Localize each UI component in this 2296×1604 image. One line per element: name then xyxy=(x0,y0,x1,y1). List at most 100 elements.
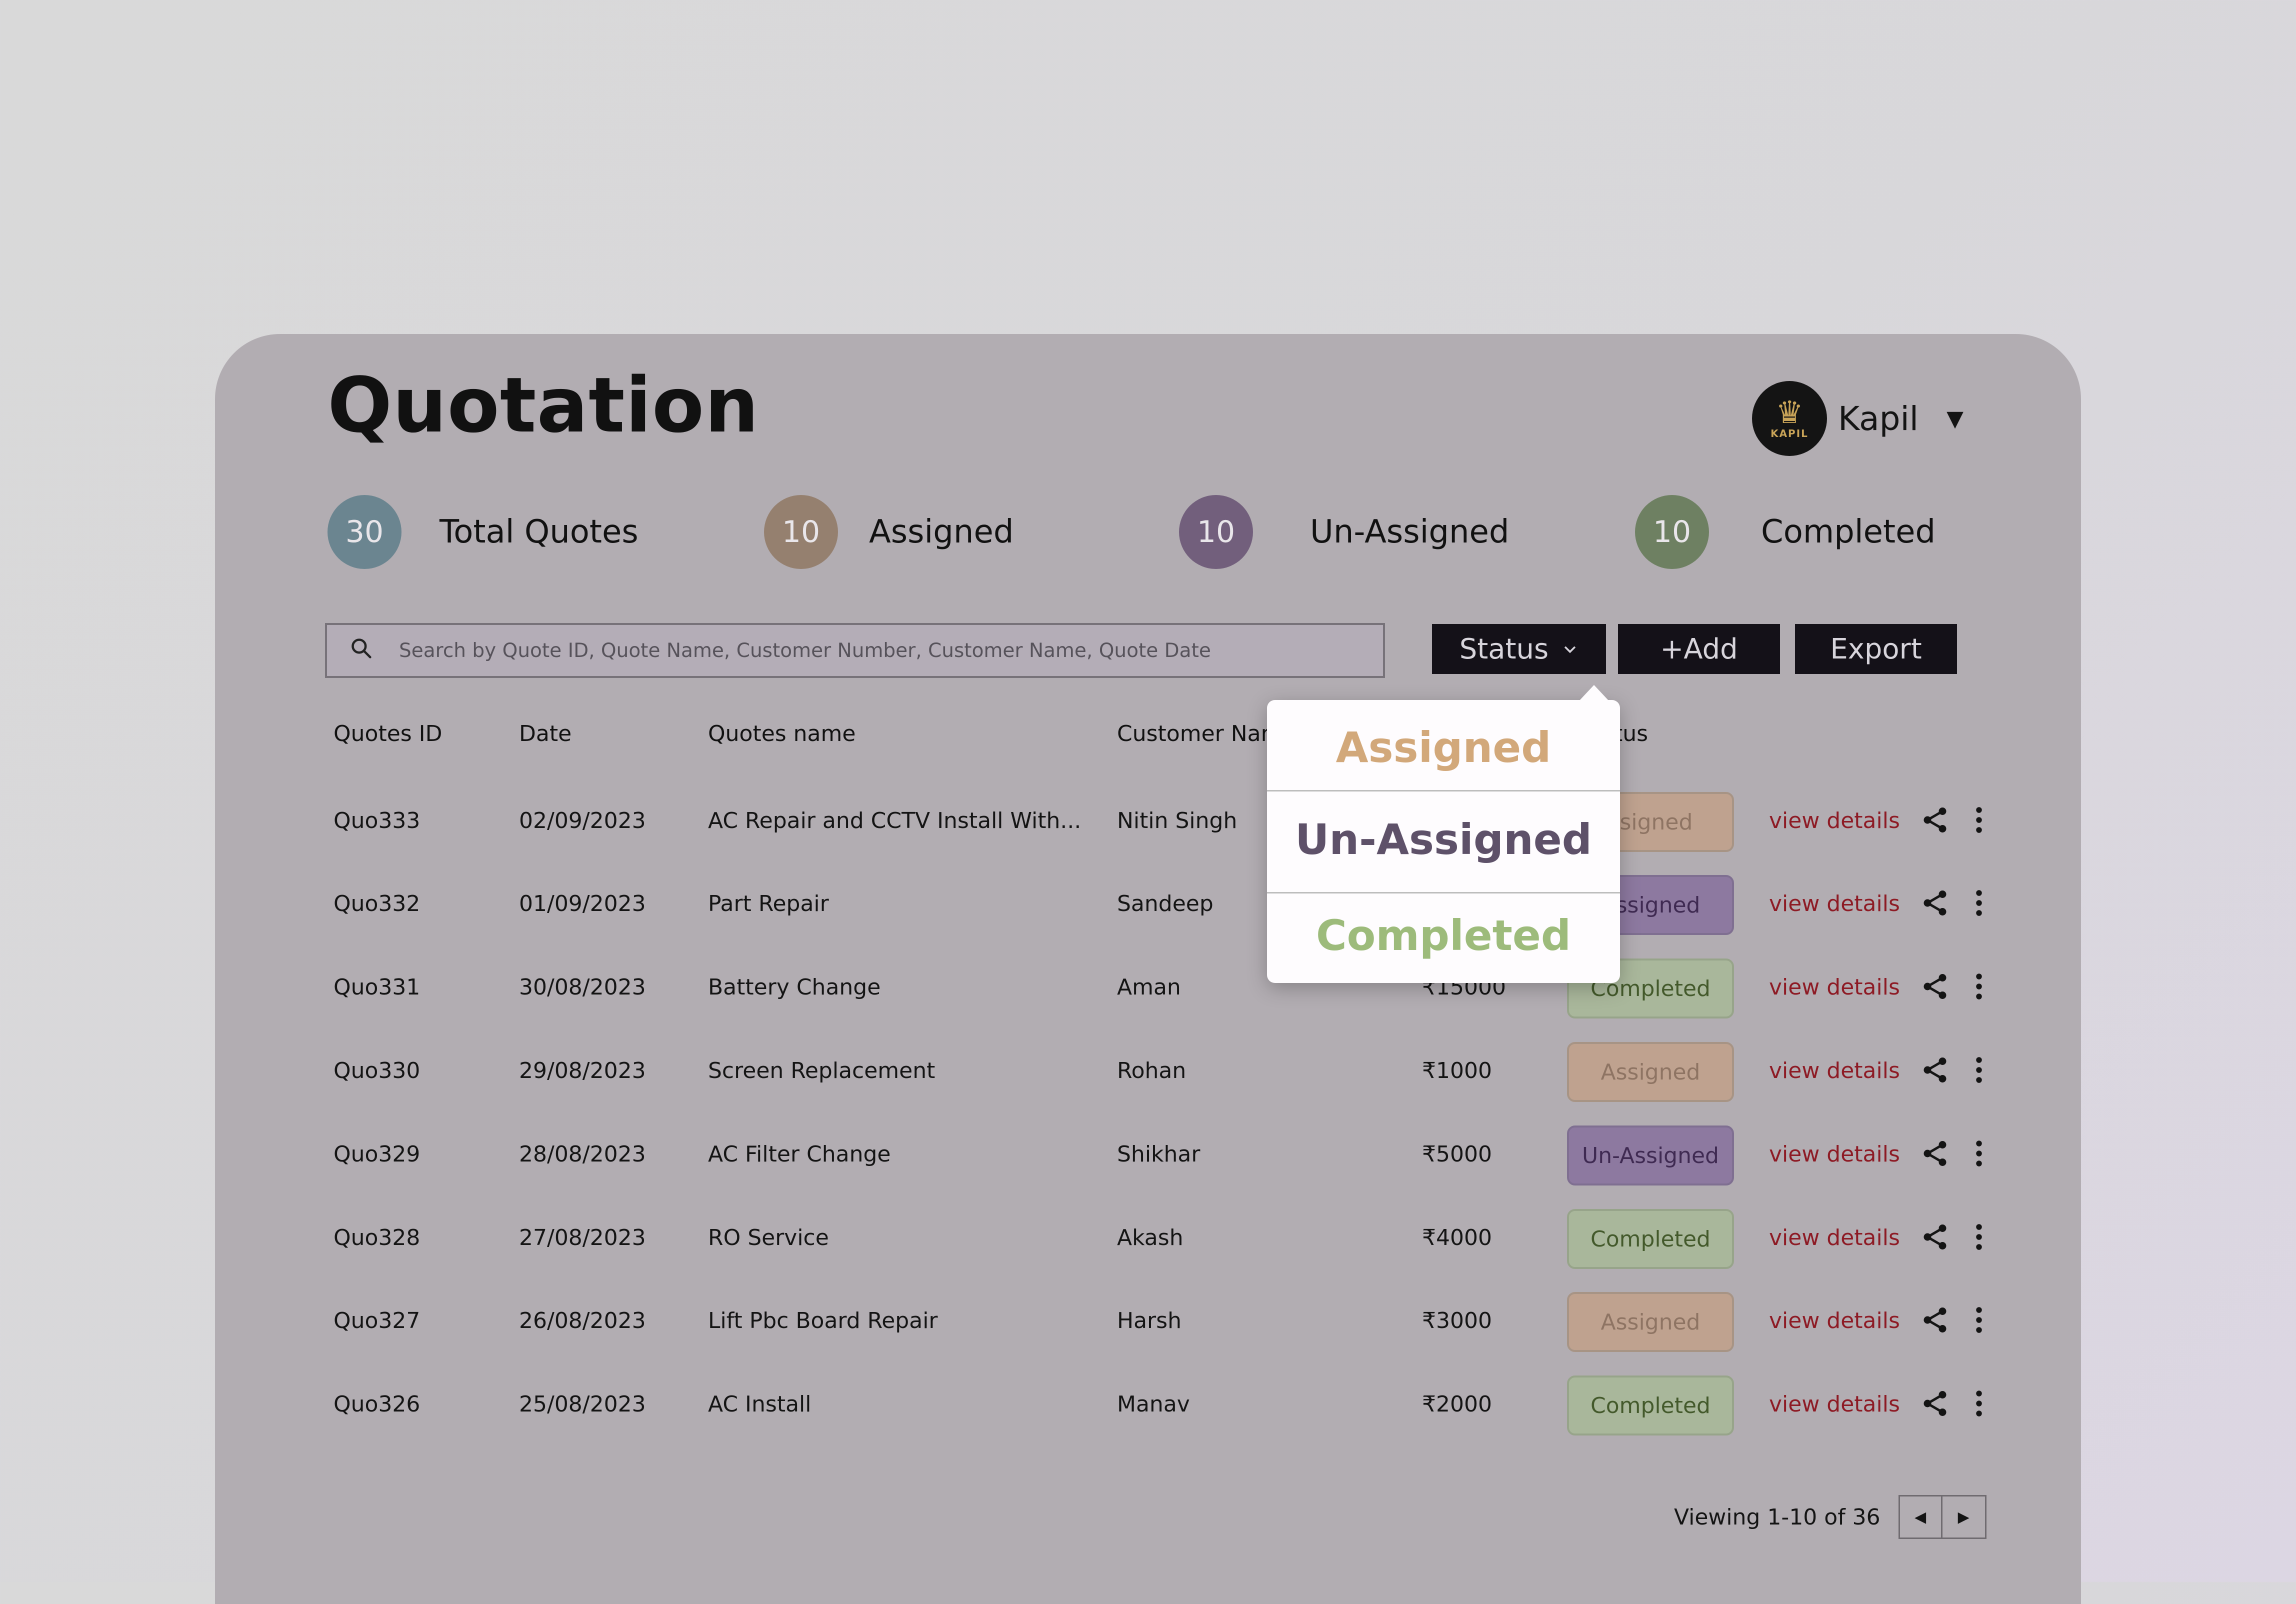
dropdown-arrow xyxy=(1579,685,1609,701)
avatar: ♛ KAPIL xyxy=(1752,381,1827,456)
more-vertical-icon[interactable] xyxy=(1970,805,1988,835)
share-icon[interactable] xyxy=(1920,1305,1950,1335)
user-menu[interactable]: ♛ KAPIL Kapil ▼ xyxy=(1752,381,1964,456)
view-details-link[interactable]: view details xyxy=(1769,1051,1900,1091)
view-details-link[interactable]: view details xyxy=(1769,968,1900,1008)
cell-quote-id: Quo330 xyxy=(334,1058,420,1084)
more-vertical-icon[interactable] xyxy=(1970,1138,1988,1168)
cell-quote-id: Quo329 xyxy=(334,1142,420,1167)
status-badge[interactable]: Assigned xyxy=(1567,1292,1734,1352)
search-box xyxy=(325,623,1385,678)
header-quotes-id: Quotes ID xyxy=(334,721,442,746)
share-icon[interactable] xyxy=(1920,888,1950,918)
status-dropdown: Assigned Un-Assigned Completed xyxy=(1267,685,1620,983)
cell-quote-name: AC Filter Change xyxy=(708,1142,891,1167)
pagination-text: Viewing 1-10 of 36 xyxy=(1674,1504,1880,1530)
header-date: Date xyxy=(519,721,572,746)
cell-customer: Rohan xyxy=(1117,1058,1186,1084)
stat-label: Completed xyxy=(1761,514,1936,550)
dropdown-option-completed[interactable]: Completed xyxy=(1267,888,1620,983)
status-filter-button[interactable]: Status xyxy=(1432,624,1606,674)
cell-quote-name: Part Repair xyxy=(708,891,829,916)
cell-customer: Nitin Singh xyxy=(1117,808,1238,834)
status-badge[interactable]: Assigned xyxy=(1567,1042,1734,1102)
view-details-link[interactable]: view details xyxy=(1769,1134,1900,1174)
next-page-button[interactable]: ▶ xyxy=(1942,1495,1986,1539)
export-button[interactable]: Export xyxy=(1795,624,1957,674)
add-button[interactable]: +Add xyxy=(1618,624,1780,674)
cell-customer: Aman xyxy=(1117,974,1181,1000)
view-details-link[interactable]: view details xyxy=(1769,1301,1900,1341)
stat-count: 30 xyxy=(328,495,402,569)
cell-quote-name: Screen Replacement xyxy=(708,1058,936,1084)
cell-date: 25/08/2023 xyxy=(519,1392,646,1417)
view-details-link[interactable]: view details xyxy=(1769,801,1900,841)
table-row: Quo332 01/09/2023 Part Repair Sandeep As… xyxy=(0,875,2296,959)
more-vertical-icon[interactable] xyxy=(1970,1055,1988,1085)
stat-total-quotes: 30 Total Quotes xyxy=(328,495,638,569)
status-badge[interactable]: Completed xyxy=(1567,1209,1734,1269)
cell-customer: Harsh xyxy=(1117,1308,1182,1334)
chevron-down-icon xyxy=(1562,640,1578,658)
dropdown-option-assigned[interactable]: Assigned xyxy=(1267,700,1620,795)
stat-count: 10 xyxy=(764,495,838,569)
user-name: Kapil xyxy=(1838,399,1919,438)
table-row: Quo331 30/08/2023 Battery Change Aman ₹1… xyxy=(0,958,2296,1042)
view-details-link[interactable]: view details xyxy=(1769,884,1900,924)
stat-label: Un-Assigned xyxy=(1310,514,1510,550)
cell-date: 28/08/2023 xyxy=(519,1142,646,1167)
cell-quote-id: Quo327 xyxy=(334,1308,420,1334)
logo-text: KAPIL xyxy=(1770,428,1808,440)
cell-quote-name: AC Install xyxy=(708,1392,812,1417)
status-button-label: Status xyxy=(1459,632,1549,666)
more-vertical-icon[interactable] xyxy=(1970,888,1988,918)
more-vertical-icon[interactable] xyxy=(1970,1305,1988,1335)
cell-quote-name: Lift Pbc Board Repair xyxy=(708,1308,938,1334)
status-badge[interactable]: Completed xyxy=(1567,1376,1734,1436)
header-quotes-name: Quotes name xyxy=(708,721,856,746)
search-input[interactable] xyxy=(398,638,1350,662)
pagination: Viewing 1-10 of 36 ◀ ▶ xyxy=(1674,1495,1986,1539)
stat-completed: 10 Completed xyxy=(1635,495,1936,569)
cell-date: 26/08/2023 xyxy=(519,1308,646,1334)
cell-customer: Sandeep xyxy=(1117,891,1214,916)
cell-quote-name: Battery Change xyxy=(708,974,881,1000)
view-details-link[interactable]: view details xyxy=(1769,1218,1900,1258)
cell-amount: ₹2000 xyxy=(1422,1392,1492,1417)
view-details-link[interactable]: view details xyxy=(1769,1384,1900,1424)
cell-quote-id: Quo333 xyxy=(334,808,420,834)
cell-quote-id: Quo328 xyxy=(334,1225,420,1250)
more-vertical-icon[interactable] xyxy=(1970,1222,1988,1252)
stat-assigned: 10 Assigned xyxy=(764,495,1014,569)
share-icon[interactable] xyxy=(1920,1055,1950,1085)
share-icon[interactable] xyxy=(1920,1222,1950,1252)
search-icon xyxy=(350,637,372,664)
table-row: Quo333 02/09/2023 AC Repair and CCTV Ins… xyxy=(0,792,2296,876)
cell-customer: Shikhar xyxy=(1117,1142,1200,1167)
status-badge[interactable]: Un-Assigned xyxy=(1567,1126,1734,1186)
caret-down-icon[interactable]: ▼ xyxy=(1946,406,1964,432)
table-row: Quo326 25/08/2023 AC Install Manav ₹2000… xyxy=(0,1376,2296,1460)
share-icon[interactable] xyxy=(1920,805,1950,835)
cell-customer: Manav xyxy=(1117,1392,1190,1417)
table-row: Quo327 26/08/2023 Lift Pbc Board Repair … xyxy=(0,1292,2296,1376)
table-row: Quo330 29/08/2023 Screen Replacement Roh… xyxy=(0,1042,2296,1126)
stat-unassigned: 10 Un-Assigned xyxy=(1179,495,1510,569)
cell-quote-name: RO Service xyxy=(708,1225,829,1250)
table-row: Quo328 27/08/2023 RO Service Akash ₹4000… xyxy=(0,1209,2296,1293)
prev-page-button[interactable]: ◀ xyxy=(1898,1495,1942,1539)
more-vertical-icon[interactable] xyxy=(1970,972,1988,1002)
stat-count: 10 xyxy=(1179,495,1253,569)
share-icon[interactable] xyxy=(1920,1138,1950,1168)
cell-customer: Akash xyxy=(1117,1225,1184,1250)
stat-count: 10 xyxy=(1635,495,1709,569)
cell-date: 29/08/2023 xyxy=(519,1058,646,1084)
cell-quote-name: AC Repair and CCTV Install With... xyxy=(708,808,1082,834)
share-icon[interactable] xyxy=(1920,1388,1950,1418)
cell-quote-id: Quo332 xyxy=(334,891,420,916)
cell-amount: ₹3000 xyxy=(1422,1308,1492,1334)
dropdown-option-unassigned[interactable]: Un-Assigned xyxy=(1267,792,1620,887)
more-vertical-icon[interactable] xyxy=(1970,1388,1988,1418)
share-icon[interactable] xyxy=(1920,972,1950,1002)
cell-amount: ₹4000 xyxy=(1422,1225,1492,1250)
